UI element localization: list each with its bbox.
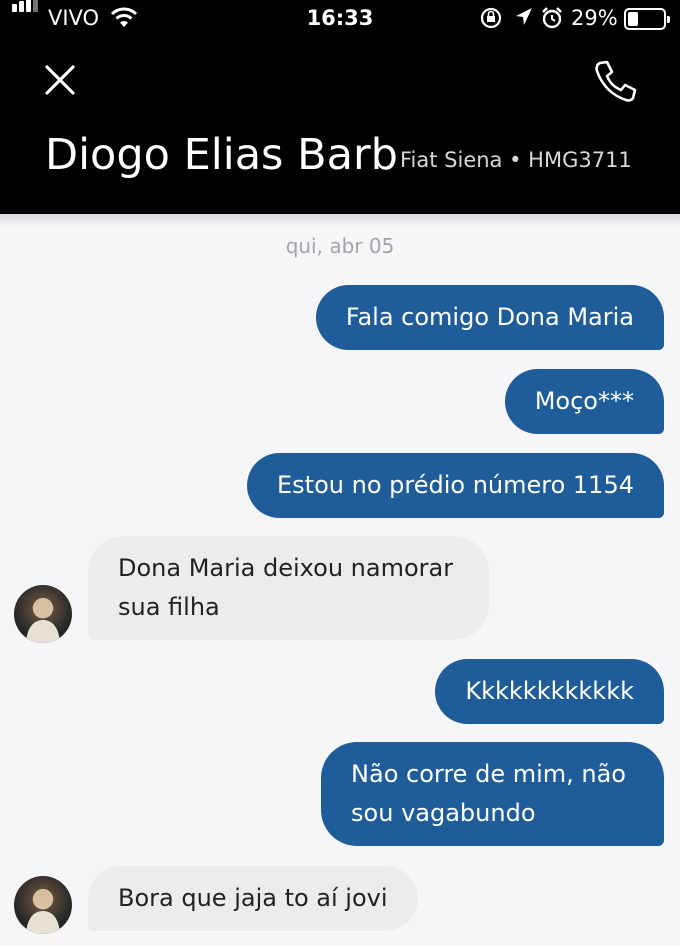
message-outgoing[interactable]: Moço***: [504, 369, 664, 434]
message-text-line: sou vagabundo: [351, 799, 536, 827]
status-bar: VIVO 16:33 29%: [0, 0, 680, 40]
message-text-line: Não corre de mim, não: [351, 760, 626, 788]
vehicle-info: Fiat Siena • HMG3711: [400, 148, 680, 172]
header-shadow: [0, 214, 680, 228]
message-incoming[interactable]: Dona Maria deixou namorar sua filha: [88, 536, 490, 640]
date-divider: qui, abr 05: [285, 234, 395, 258]
close-icon[interactable]: [40, 60, 80, 100]
message-outgoing[interactable]: Kkkkkkkkkkkk: [435, 659, 664, 724]
chat-header: VIVO 16:33 29% Diogo Elias Barb Fiat Sie…: [0, 0, 680, 214]
battery-percent: 29%: [571, 6, 618, 30]
message-text-line: sua filha: [118, 593, 220, 621]
alarm-icon: [542, 7, 562, 29]
battery-icon: [624, 8, 670, 30]
phone-icon[interactable]: [592, 58, 638, 104]
message-text-line: Dona Maria deixou namorar: [118, 554, 454, 582]
message-text: Estou no prédio número 1154: [277, 471, 634, 499]
message-outgoing[interactable]: Não corre de mim, não sou vagabundo: [321, 742, 664, 846]
message-text: Kkkkkkkkkkkk: [465, 677, 634, 705]
message-outgoing[interactable]: Estou no prédio número 1154: [247, 453, 664, 518]
message-incoming[interactable]: Bora que jaja to aí jovi: [88, 866, 418, 931]
driver-avatar[interactable]: [14, 585, 72, 643]
driver-avatar[interactable]: [14, 876, 72, 934]
message-text: Fala comigo Dona Maria: [345, 303, 634, 331]
message-text: Moço***: [534, 387, 634, 415]
message-outgoing[interactable]: Fala comigo Dona Maria: [315, 285, 664, 350]
rotation-lock-icon: [480, 7, 502, 29]
message-text: Bora que jaja to aí jovi: [118, 884, 388, 912]
location-icon: [516, 8, 532, 25]
contact-name: Diogo Elias Barbosa: [45, 130, 401, 180]
